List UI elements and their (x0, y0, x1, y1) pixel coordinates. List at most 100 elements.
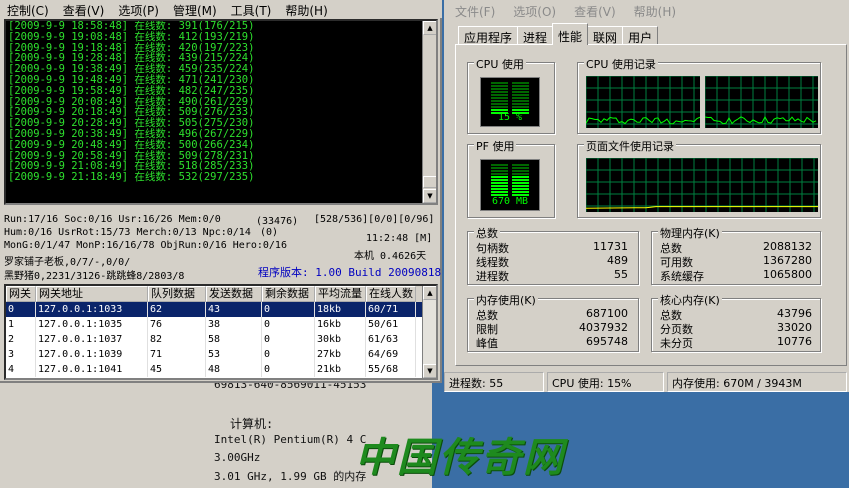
table-cell: 1 (6, 317, 36, 332)
kernel-memory-title: 核心内存(K) (658, 292, 722, 308)
counts-text: [528/536][0/0][0/96] (314, 214, 435, 225)
clock-text: 11:2:48 [M] (366, 233, 433, 244)
tab-networking[interactable]: 联网 (587, 26, 624, 45)
performance-panel: CPU 使用 15 % CPU 使用记录 PF 使用 670 MB 页面文件使用… (455, 44, 847, 366)
task-manager-statusbar: 进程数: 55 CPU 使用: 15% 内存使用: 670M / 3943M (444, 372, 849, 392)
kernel-memory-group: 核心内存(K) 总数 43796 分页数 33020 未分页 10776 (651, 292, 821, 352)
table-cell: 71 (148, 347, 206, 362)
game-server-window: 控制(C) 查看(V) 选项(P) 管理(M) 工具(T) 帮助(H) [200… (0, 0, 442, 383)
scroll-down-icon[interactable]: ▼ (423, 189, 436, 203)
meter-segment (512, 91, 529, 93)
mon-stats: MonG:0/1/47 MonP:16/16/78 ObjRun:0/16 He… (4, 240, 287, 251)
table-cell: 62 (148, 302, 206, 317)
totals-group: 总数 句柄数 11731 线程数 489 进程数 55 (467, 225, 639, 285)
status-memory: 内存使用: 670M / 3943M (667, 372, 847, 392)
menu-help[interactable]: 帮助(H) (278, 0, 334, 18)
meter-segment (491, 191, 508, 193)
table-row[interactable]: 3 127.0.0.1:1039 71 53 0 27kb 64/69 (6, 347, 436, 362)
pf-usage-group: PF 使用 670 MB (467, 138, 555, 218)
meter-segment (491, 103, 508, 105)
cpu-usage-group: CPU 使用 15 % (467, 56, 555, 134)
totals-title: 总数 (474, 225, 500, 241)
scroll-thumb[interactable] (423, 176, 436, 188)
log-pane[interactable]: [2009-9-9 18:58:48] 在线数: 391(176/215) [20… (4, 19, 438, 205)
meter-segment (491, 88, 508, 90)
menu-manage[interactable]: 管理(M) (166, 0, 224, 18)
kernel-nonpaged-label: 未分页 (660, 337, 693, 350)
meter-segment (491, 100, 508, 102)
table-cell: 2 (6, 332, 36, 347)
menu-help[interactable]: 帮助(H) (623, 0, 683, 20)
tab-applications[interactable]: 应用程序 (458, 26, 519, 45)
meter-segment (491, 167, 508, 169)
tab-performance[interactable]: 性能 (552, 23, 589, 45)
table-row[interactable]: 2 127.0.0.1:1037 82 58 0 30kb 61/63 (6, 332, 436, 347)
menu-view[interactable]: 查看(V) (56, 0, 112, 18)
table-cell: 50/61 (366, 317, 416, 332)
table-cell: 45 (148, 362, 206, 377)
server-status-panel: Run:17/16 Soc:0/16 Usr:16/26 Mem:0/0 (33… (4, 212, 442, 284)
pf-meter-bars (491, 164, 529, 196)
version-text: 程序版本: 1.00 Build 20090818 (258, 266, 442, 279)
menu-control[interactable]: 控制(C) (0, 0, 56, 18)
table-cell: 48 (206, 362, 262, 377)
table-cell: 76 (148, 317, 206, 332)
table-row[interactable]: 4 127.0.0.1:1041 45 48 0 21kb 55/68 (6, 362, 436, 377)
phys-cache-label: 系统缓存 (660, 270, 704, 283)
meter-segment (491, 176, 508, 178)
gateway-scrollbar[interactable]: ▲ ▼ (422, 286, 436, 378)
meter-segment (491, 97, 508, 99)
pf-usage-value: 670 MB (491, 196, 529, 207)
scroll-down-icon[interactable]: ▼ (423, 364, 436, 378)
table-row[interactable]: 1 127.0.0.1:1035 76 38 0 16kb 50/61 (6, 317, 436, 332)
meter-segment (491, 164, 508, 166)
col-traffic[interactable]: 平均流量 (315, 286, 366, 302)
table-cell: 127.0.0.1:1039 (36, 347, 148, 362)
col-remaining[interactable]: 剩余数据 (262, 286, 315, 302)
watermark-logo: 中国传奇网 (355, 434, 565, 481)
table-cell: 0 (262, 302, 315, 317)
task-manager-window: 文件(F) 选项(O) 查看(V) 帮助(H) 应用程序 进程 性能 联网 用户… (444, 0, 849, 392)
table-row[interactable]: 0 127.0.0.1:1033 62 43 0 18kb 60/71 (6, 302, 436, 317)
log-scrollbar[interactable]: ▲ ▼ (422, 21, 436, 203)
meter-segment (491, 109, 508, 111)
meter-segment (512, 179, 529, 181)
table-cell: 18kb (315, 302, 366, 317)
scroll-up-icon[interactable]: ▲ (423, 21, 436, 35)
meter-segment (512, 82, 529, 84)
cpu-usage-meter: 15 % (480, 77, 540, 127)
cpu-meter-bars (491, 82, 529, 114)
status-processes: 进程数: 55 (444, 372, 544, 392)
col-queue[interactable]: 队列数据 (148, 286, 206, 302)
col-address[interactable]: 网关地址 (36, 286, 148, 302)
tab-processes[interactable]: 进程 (517, 26, 554, 45)
meter-segment (512, 173, 529, 175)
pf-usage-meter: 670 MB (480, 159, 540, 211)
cpu-history-graph-2 (704, 75, 818, 128)
meter-segment (512, 185, 529, 187)
menu-view[interactable]: 查看(V) (563, 0, 623, 20)
col-gateway[interactable]: 网关 (6, 286, 36, 302)
menu-options[interactable]: 选项(O) (502, 0, 563, 20)
tab-users[interactable]: 用户 (622, 26, 659, 45)
kernel-nonpaged-row: 未分页 10776 (660, 335, 812, 351)
meter-segment (512, 94, 529, 96)
menu-file[interactable]: 文件(F) (444, 0, 502, 20)
table-cell: 58 (206, 332, 262, 347)
meter-segment (512, 164, 529, 166)
table-cell: 127.0.0.1:1035 (36, 317, 148, 332)
table-cell: 55/68 (366, 362, 416, 377)
freq-line: 3.00GHz (214, 451, 261, 464)
table-cell: 0 (262, 332, 315, 347)
phys-cache-row: 系统缓存 1065800 (660, 268, 812, 284)
menu-tools[interactable]: 工具(T) (224, 0, 279, 18)
scroll-up-icon[interactable]: ▲ (423, 286, 436, 300)
col-online[interactable]: 在线人数 (366, 286, 416, 302)
table-cell: 3 (6, 347, 36, 362)
meter-segment (512, 170, 529, 172)
cpu-history-plot-2 (704, 75, 818, 128)
col-sent[interactable]: 发送数据 (206, 286, 262, 302)
commit-charge-group: 内存使用(K) 总数 687100 限制 4037932 峰值 695748 (467, 292, 639, 352)
menu-options[interactable]: 选项(P) (111, 0, 166, 18)
cpu-history-plot-1 (585, 75, 701, 128)
